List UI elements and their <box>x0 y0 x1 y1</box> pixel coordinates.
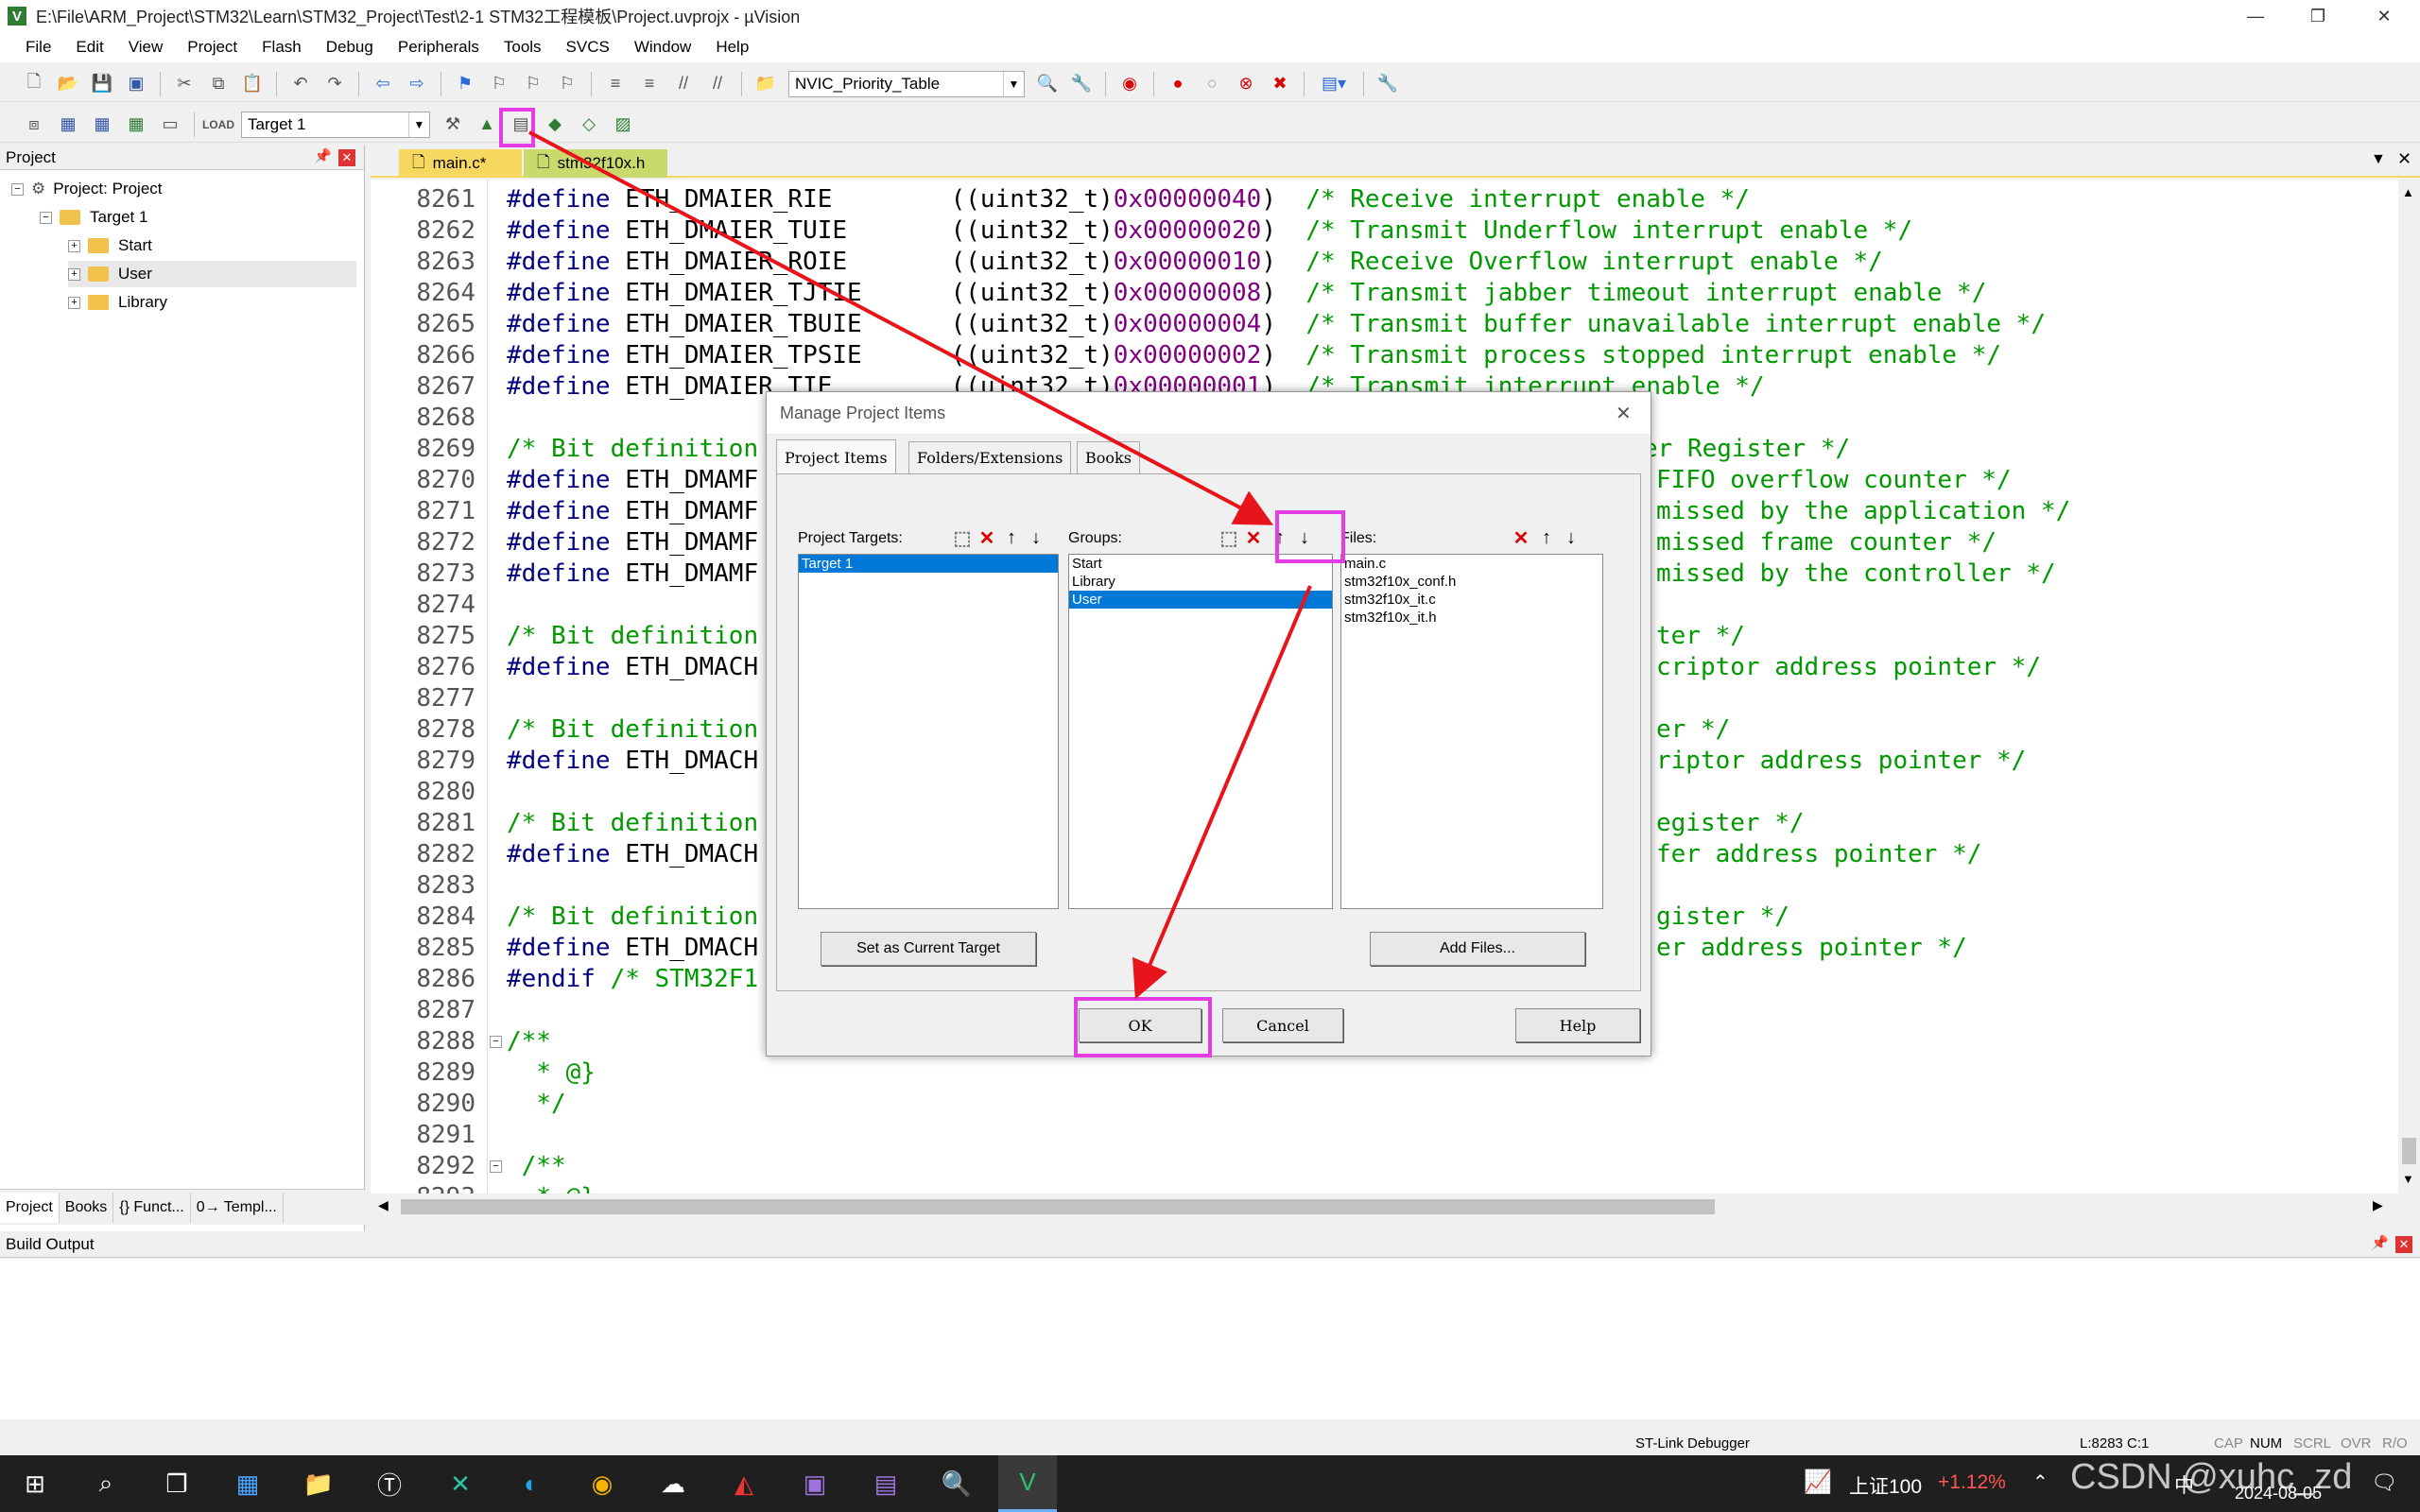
arrow-to-ok <box>1132 585 1312 1000</box>
annotation-arrows <box>528 130 1312 1000</box>
arrow-to-group-arrows <box>528 130 1274 525</box>
